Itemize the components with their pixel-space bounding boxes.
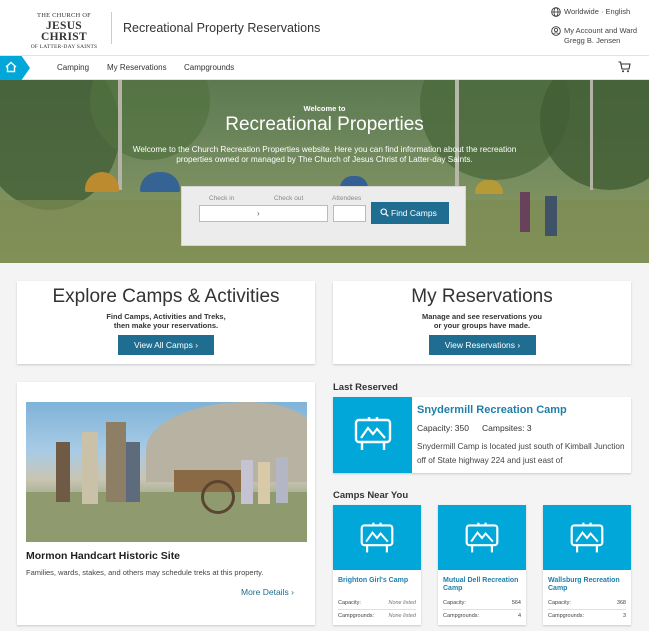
last-reserved-capacity: Capacity: 350 bbox=[417, 423, 469, 433]
last-reserved-campsites: Campsites: 3 bbox=[482, 423, 532, 433]
view-reservations-button[interactable]: View Reservations › bbox=[429, 335, 536, 355]
camp-sign-icon bbox=[354, 417, 392, 450]
camp-icon-tile bbox=[333, 505, 421, 570]
header-divider bbox=[111, 12, 112, 44]
campgrounds-label: Campgrounds: bbox=[548, 613, 585, 619]
account-label: My Account and Ward bbox=[564, 26, 638, 35]
campgrounds-value: None listed bbox=[388, 613, 416, 619]
camp-icon-tile bbox=[333, 397, 412, 473]
checkout-label: Check out bbox=[274, 195, 304, 202]
checkin-label: Check in bbox=[209, 195, 235, 202]
camp-name[interactable]: Brighton Girl's Camp bbox=[338, 577, 418, 585]
search-icon bbox=[380, 208, 389, 217]
home-icon bbox=[5, 61, 17, 73]
reservations-title: My Reservations bbox=[411, 286, 553, 307]
featured-description: Families, wards, stakes, and others may … bbox=[26, 568, 264, 577]
hero-banner: Welcome to Recreational Properties Welco… bbox=[0, 80, 649, 263]
attendees-label: Attendees bbox=[332, 195, 362, 202]
capacity-label: Capacity: bbox=[548, 600, 571, 606]
camp-name[interactable]: Wallsburg Recreation Camp bbox=[548, 577, 628, 593]
date-arrow: › bbox=[257, 209, 260, 218]
find-camps-button[interactable]: Find Camps bbox=[371, 202, 449, 224]
home-button[interactable] bbox=[0, 56, 30, 80]
camp-sign-icon bbox=[570, 522, 604, 553]
attendees-input[interactable] bbox=[333, 205, 366, 222]
search-panel: Check in Check out Attendees › Find Camp… bbox=[181, 186, 466, 246]
capacity-label: Capacity: bbox=[338, 600, 361, 606]
main-nav: Camping My Reservations Campgrounds bbox=[0, 56, 649, 80]
last-reserved-heading: Last Reserved bbox=[333, 382, 398, 393]
site-header: THE CHURCH OF JESUS CHRIST OF LATTER-DAY… bbox=[0, 0, 649, 56]
language-selector[interactable]: Worldwide · English bbox=[551, 7, 631, 17]
capacity-label: Capacity: bbox=[443, 600, 466, 606]
globe-icon bbox=[551, 7, 561, 17]
capacity-value: None listed bbox=[388, 600, 416, 606]
camp-icon-tile bbox=[438, 505, 526, 570]
last-reserved-description: Snydermill Camp is located just south of… bbox=[417, 442, 625, 465]
account-menu[interactable]: My Account and Ward Gregg B. Jensen bbox=[551, 26, 637, 46]
campgrounds-label: Campgrounds: bbox=[338, 613, 375, 619]
explore-title: Explore Camps & Activities bbox=[52, 286, 280, 307]
divider bbox=[548, 609, 626, 610]
reservations-card: My Reservations Manage and see reservati… bbox=[333, 281, 631, 364]
camp-name[interactable]: Mutual Dell Recreation Camp bbox=[443, 577, 523, 593]
camp-sign-icon bbox=[465, 522, 499, 553]
reservations-subtitle-2: or your groups have made. bbox=[433, 321, 531, 330]
divider bbox=[443, 609, 521, 610]
app-title: Recreational Property Reservations bbox=[123, 21, 321, 35]
explore-subtitle-2: then make your reservations. bbox=[113, 321, 219, 330]
nav-campgrounds[interactable]: Campgrounds bbox=[184, 63, 234, 72]
divider bbox=[338, 609, 416, 610]
welcome-heading: Recreational Properties bbox=[225, 114, 424, 135]
handcart-photo bbox=[26, 402, 307, 542]
cart-icon[interactable] bbox=[618, 61, 631, 73]
featured-title[interactable]: Mormon Handcart Historic Site bbox=[26, 550, 180, 562]
campgrounds-label: Campgrounds: bbox=[443, 613, 480, 619]
find-camps-label: Find Camps bbox=[391, 208, 437, 218]
camps-near-heading: Camps Near You bbox=[333, 490, 409, 501]
nav-my-reservations[interactable]: My Reservations bbox=[107, 63, 167, 72]
last-reserved-name[interactable]: Snydermill Recreation Camp bbox=[417, 404, 567, 416]
camp-sign-icon bbox=[360, 522, 394, 553]
campgrounds-value: 4 bbox=[517, 613, 521, 619]
camp-icon-tile bbox=[543, 505, 631, 570]
date-range-input[interactable]: › bbox=[199, 205, 328, 222]
welcome-small: Welcome to bbox=[303, 104, 346, 113]
nav-camping[interactable]: Camping bbox=[57, 63, 89, 72]
capacity-value: 368 bbox=[616, 600, 626, 606]
welcome-description: Welcome to the Church Recreation Propert… bbox=[132, 145, 517, 164]
explore-card: Explore Camps & Activities Find Camps, A… bbox=[17, 281, 315, 364]
more-details-link[interactable]: More Details › bbox=[241, 587, 294, 597]
user-name: Gregg B. Jensen bbox=[564, 36, 621, 45]
view-all-camps-button[interactable]: View All Camps › bbox=[118, 335, 214, 355]
capacity-value: 564 bbox=[511, 600, 521, 606]
campgrounds-value: 3 bbox=[622, 613, 626, 619]
user-icon bbox=[551, 26, 561, 36]
church-logo[interactable]: THE CHURCH OF JESUS CHRIST OF LATTER-DAY… bbox=[26, 12, 102, 50]
language-label: Worldwide · English bbox=[564, 7, 631, 16]
